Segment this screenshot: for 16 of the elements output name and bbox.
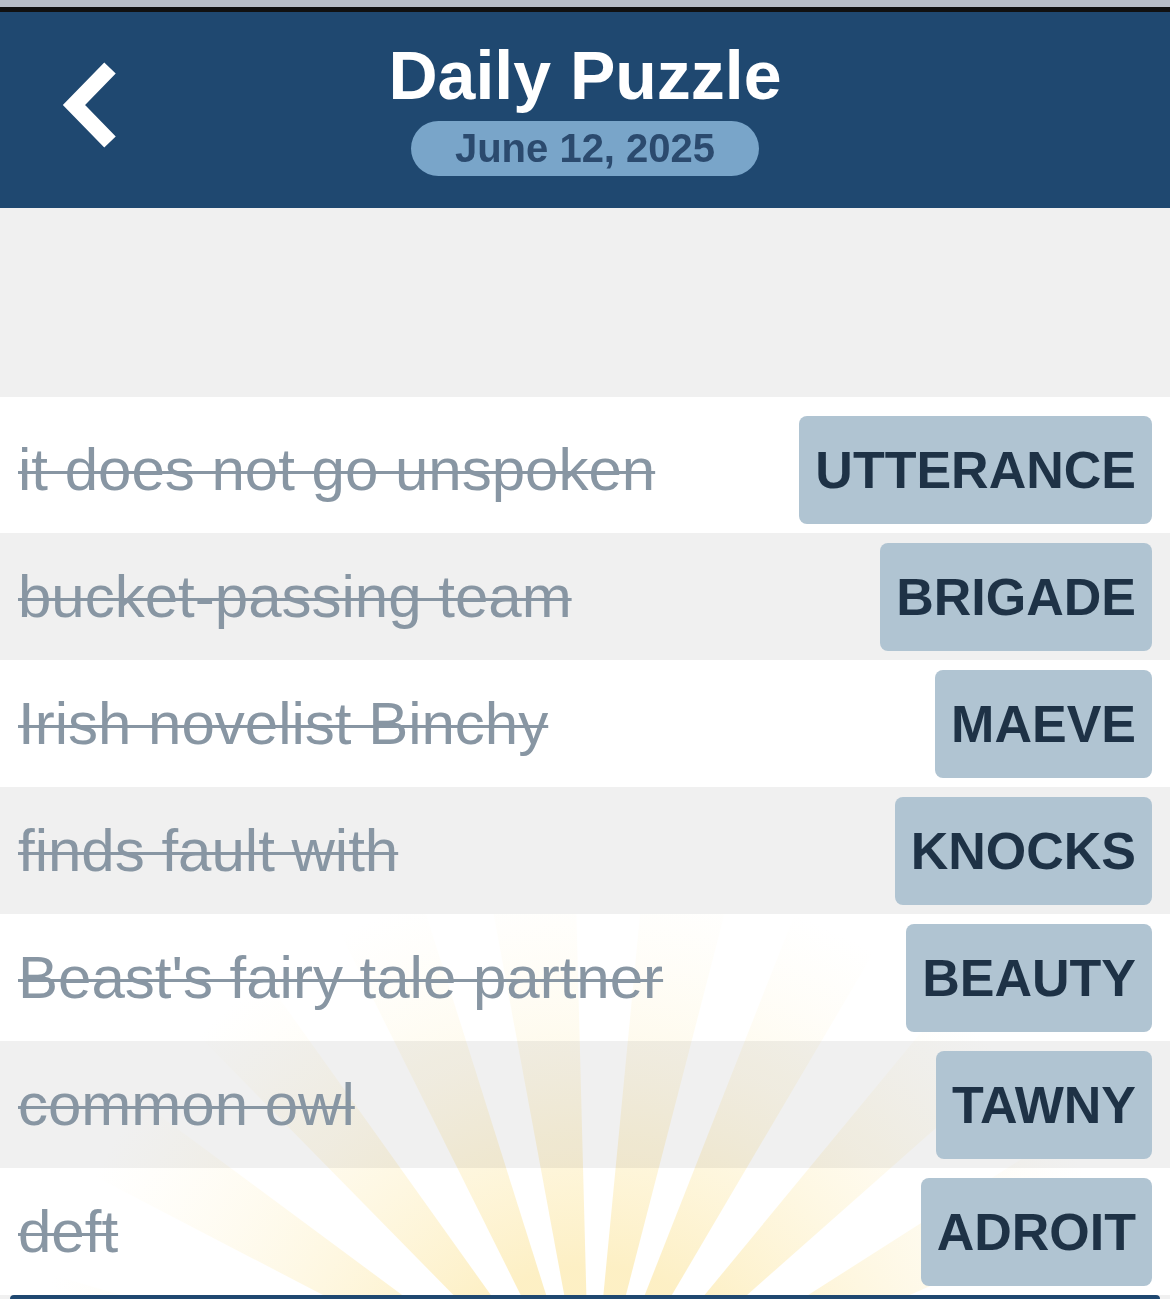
clue-text: bucket-passing team: [18, 562, 572, 631]
answer-tile: KNOCKS: [894, 796, 1152, 905]
answer-tile: BRIGADE: [880, 542, 1152, 651]
clue-text: it does not go unspoken: [18, 435, 656, 504]
page-title: Daily Puzzle: [388, 38, 782, 112]
clue-text: Irish novelist Binchy: [18, 689, 549, 758]
clue-text: deft: [18, 1197, 119, 1266]
answer-tile: UTTERANCE: [799, 415, 1152, 524]
clue-text: finds fault with: [18, 816, 399, 885]
clue-text: common owl: [18, 1070, 355, 1139]
clue-text: Beast's fairy tale partner: [18, 943, 664, 1012]
answer-tile: MAEVE: [935, 669, 1152, 778]
answer-tile: BEAUTY: [906, 923, 1152, 1032]
date-badge: June 12, 2025: [410, 121, 760, 176]
answer-tile: TAWNY: [936, 1050, 1152, 1159]
answer-tile: ADROIT: [920, 1177, 1152, 1286]
